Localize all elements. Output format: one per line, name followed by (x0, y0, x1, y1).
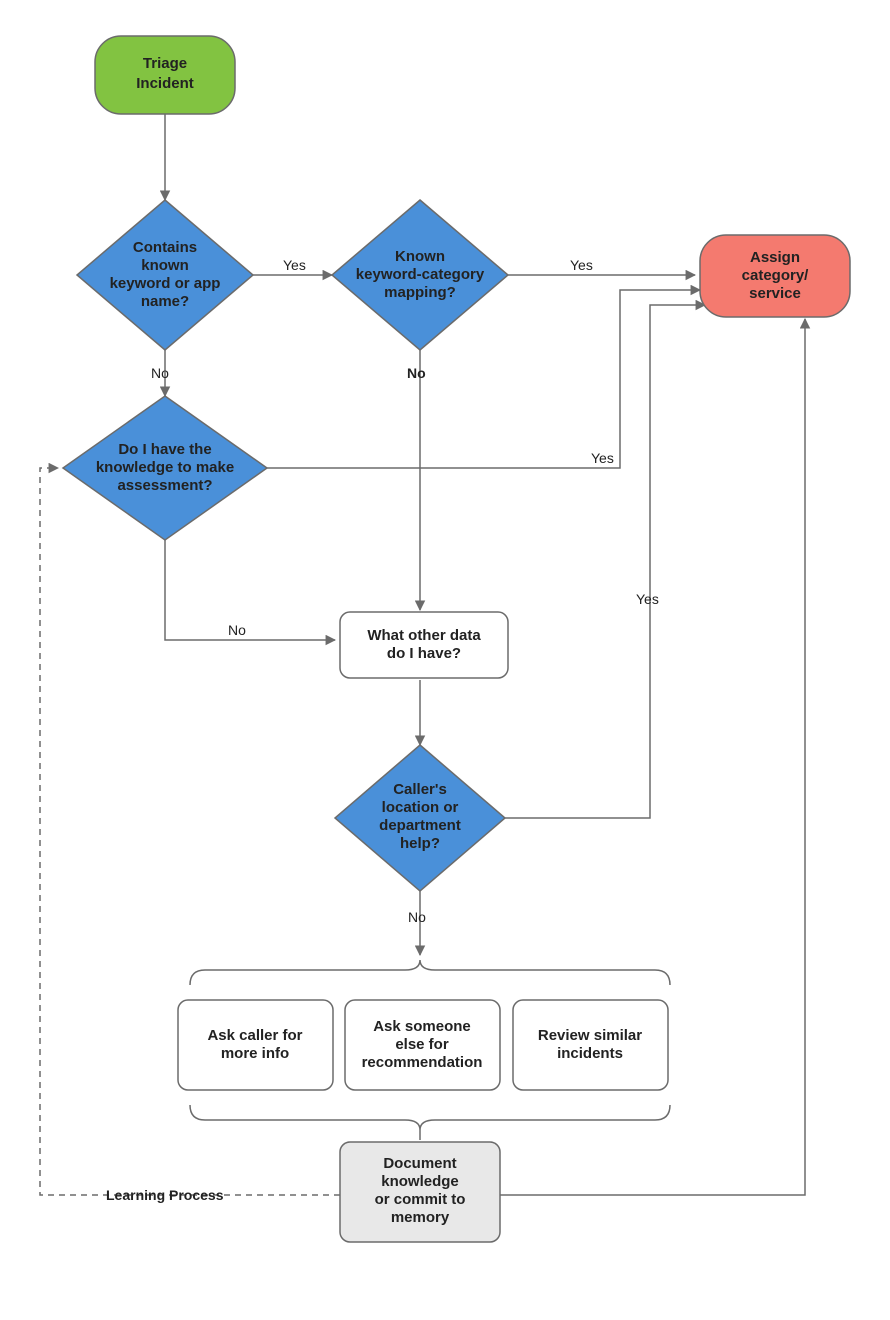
svg-text:do I have?: do I have? (387, 645, 461, 662)
node-start: Triage Incident (95, 36, 235, 114)
svg-text:department: department (379, 817, 461, 834)
edge-knowledge-otherdata (165, 540, 335, 640)
edge-label: Yes (636, 591, 659, 607)
svg-text:known: known (141, 257, 189, 274)
svg-text:mapping?: mapping? (384, 284, 456, 301)
svg-text:location or: location or (382, 799, 459, 816)
node-askcaller: Ask caller for more info (178, 1000, 333, 1090)
svg-text:assessment?: assessment? (117, 477, 212, 494)
edge-caller-assign (505, 305, 705, 818)
svg-text:incidents: incidents (557, 1045, 623, 1062)
edge-label: No (151, 365, 169, 381)
svg-text:knowledge to make: knowledge to make (96, 459, 234, 476)
svg-text:Review similar: Review similar (538, 1027, 642, 1044)
edge-label: Yes (283, 257, 306, 273)
svg-text:keyword-category: keyword-category (356, 266, 485, 283)
node-caller: Caller's location or department help? (335, 745, 505, 891)
svg-text:keyword or app: keyword or app (110, 275, 221, 292)
svg-text:help?: help? (400, 835, 440, 852)
edge-knowledge-assign (267, 290, 700, 468)
node-askelse: Ask someone else for recommendation (345, 1000, 500, 1090)
svg-text:Do I have the: Do I have the (118, 441, 211, 458)
node-document: Document knowledge or commit to memory (340, 1142, 500, 1242)
node-assign: Assign category/ service (700, 235, 850, 317)
svg-text:memory: memory (391, 1209, 450, 1226)
edge-label: Yes (570, 257, 593, 273)
edge-label-learning: Learning Process (106, 1187, 224, 1203)
node-knowledge: Do I have the knowledge to make assessme… (63, 396, 267, 540)
svg-text:else for: else for (395, 1036, 449, 1053)
svg-text:Assign: Assign (750, 249, 800, 266)
svg-text:Contains: Contains (133, 239, 197, 256)
flowchart: Yes Yes No No Yes No Yes No Learning Pro… (0, 0, 890, 1320)
brace-bottom (190, 1105, 670, 1130)
svg-text:Triage: Triage (143, 55, 187, 72)
brace-top (190, 960, 670, 985)
node-otherdata: What other data do I have? (340, 612, 508, 678)
edge-label: No (228, 622, 246, 638)
svg-text:or commit to: or commit to (375, 1191, 466, 1208)
svg-text:Ask someone: Ask someone (373, 1018, 471, 1035)
svg-text:category/: category/ (742, 267, 810, 284)
node-keyword: Contains known keyword or app name? (77, 200, 253, 350)
svg-text:name?: name? (141, 293, 189, 310)
svg-text:more info: more info (221, 1045, 289, 1062)
svg-text:service: service (749, 285, 801, 302)
node-review: Review similar incidents (513, 1000, 668, 1090)
svg-text:Document: Document (383, 1155, 456, 1172)
svg-text:Incident: Incident (136, 75, 194, 92)
edge-label: No (408, 909, 426, 925)
svg-text:recommendation: recommendation (362, 1054, 483, 1071)
svg-text:Known: Known (395, 248, 445, 265)
svg-text:Ask caller for: Ask caller for (207, 1027, 302, 1044)
edge-label: No (407, 365, 426, 381)
edge-label: Yes (591, 450, 614, 466)
svg-text:What other data: What other data (367, 627, 481, 644)
node-mapping: Known keyword-category mapping? (332, 200, 508, 350)
svg-text:Caller's: Caller's (393, 781, 447, 798)
svg-text:knowledge: knowledge (381, 1173, 459, 1190)
